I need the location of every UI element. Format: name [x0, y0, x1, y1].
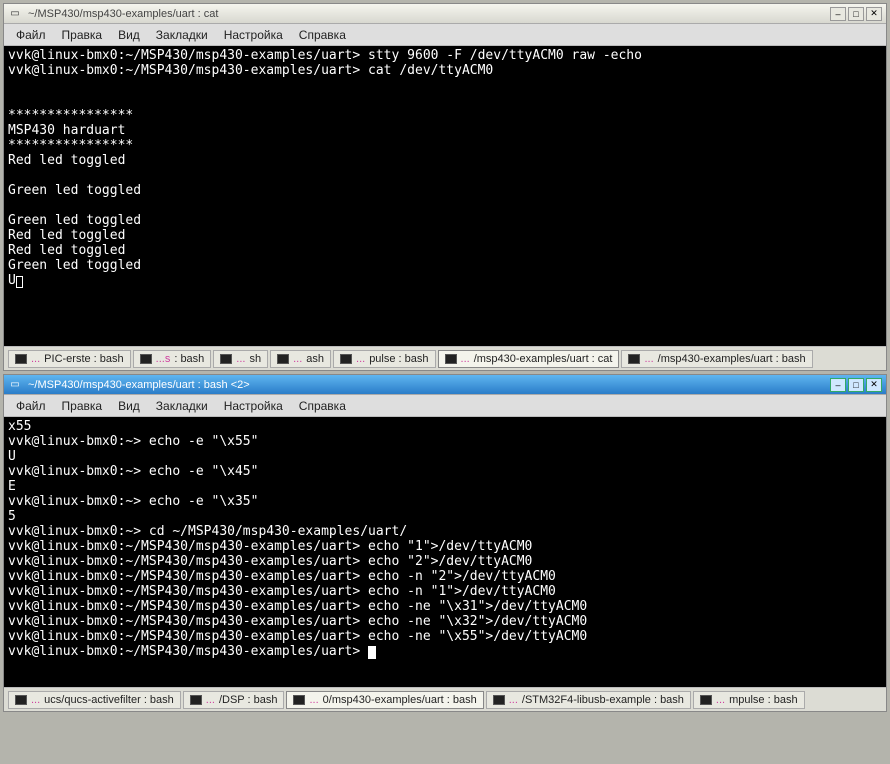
tab-ellipsis: ...	[644, 353, 653, 365]
tab-label: 0/msp430-examples/uart : bash	[323, 694, 477, 706]
menu-настройка[interactable]: Настройка	[216, 396, 291, 416]
terminal-icon	[190, 695, 202, 705]
tab[interactable]: ... pulse : bash	[333, 350, 436, 368]
tab-label: pulse : bash	[369, 353, 428, 365]
terminal-icon	[277, 354, 289, 364]
tab-ellipsis: ...	[293, 353, 302, 365]
tab-label: : bash	[174, 353, 204, 365]
window-buttons-2: – □ ✕	[830, 378, 882, 392]
terminal-last-line-2: vvk@linux-bmx0:~/MSP430/msp430-examples/…	[8, 644, 368, 659]
menu-правка[interactable]: Правка	[54, 25, 111, 45]
terminal-last-line-1: U	[8, 273, 16, 288]
menubar-2: ФайлПравкаВидЗакладкиНастройкаСправка	[4, 395, 886, 417]
close-button[interactable]: ✕	[866, 378, 882, 392]
tab-ellipsis: ...	[206, 694, 215, 706]
tab[interactable]: ... ash	[270, 350, 331, 368]
tab-label: /STM32F4-libusb-example : bash	[522, 694, 684, 706]
window-buttons-1: – □ ✕	[830, 7, 882, 21]
terminal-icon	[15, 695, 27, 705]
menu-справка[interactable]: Справка	[291, 25, 354, 45]
menu-вид[interactable]: Вид	[110, 25, 148, 45]
tab-ellipsis: ...	[309, 694, 318, 706]
terminal-output-2[interactable]: x55 vvk@linux-bmx0:~> echo -e "\x55" U v…	[4, 417, 886, 687]
maximize-button[interactable]: □	[848, 378, 864, 392]
tab-label: ash	[306, 353, 324, 365]
menu-файл[interactable]: Файл	[8, 396, 54, 416]
tab-label: /msp430-examples/uart : cat	[474, 353, 613, 365]
window-title-1: ~/MSP430/msp430-examples/uart : cat	[28, 8, 824, 20]
tab-label: /msp430-examples/uart : bash	[658, 353, 806, 365]
terminal-icon	[15, 354, 27, 364]
terminal-icon	[628, 354, 640, 364]
tab-label: mpulse : bash	[729, 694, 797, 706]
menu-настройка[interactable]: Настройка	[216, 25, 291, 45]
terminal-text-1: vvk@linux-bmx0:~/MSP430/msp430-examples/…	[8, 48, 642, 273]
tab[interactable]: ... /msp430-examples/uart : bash	[621, 350, 812, 368]
tab[interactable]: ... PIC-erste : bash	[8, 350, 131, 368]
terminal-icon	[700, 695, 712, 705]
terminal-output-1[interactable]: vvk@linux-bmx0:~/MSP430/msp430-examples/…	[4, 46, 886, 346]
tab-ellipsis: ...	[716, 694, 725, 706]
window-icon: ▭	[8, 7, 22, 21]
menu-файл[interactable]: Файл	[8, 25, 54, 45]
menubar-1: ФайлПравкаВидЗакладкиНастройкаСправка	[4, 24, 886, 46]
tab-ellipsis: ...	[31, 694, 40, 706]
terminal-icon	[340, 354, 352, 364]
tab[interactable]: ... /STM32F4-libusb-example : bash	[486, 691, 691, 709]
titlebar-2[interactable]: ▭ ~/MSP430/msp430-examples/uart : bash <…	[4, 375, 886, 395]
maximize-button[interactable]: □	[848, 7, 864, 21]
tab-label: PIC-erste : bash	[44, 353, 123, 365]
tab-label: /DSP : bash	[219, 694, 278, 706]
tabbar-1: ... PIC-erste : bash ...s : bash... sh... as…	[4, 346, 886, 370]
tab-ellipsis: ...	[356, 353, 365, 365]
tab-ellipsis: ...	[461, 353, 470, 365]
tab[interactable]: ...s : bash	[133, 350, 212, 368]
minimize-button[interactable]: –	[830, 7, 846, 21]
tab[interactable]: ... 0/msp430-examples/uart : bash	[286, 691, 483, 709]
tab-label: sh	[249, 353, 261, 365]
terminal-icon	[493, 695, 505, 705]
minimize-button[interactable]: –	[830, 378, 846, 392]
window-title-2: ~/MSP430/msp430-examples/uart : bash <2>	[28, 379, 824, 391]
tab-ellipsis: ...	[31, 353, 40, 365]
tabbar-2: ... ucs/qucs-activefilter : bash... /DSP :…	[4, 687, 886, 711]
close-button[interactable]: ✕	[866, 7, 882, 21]
window-icon: ▭	[8, 378, 22, 392]
tab-ellipsis: ...s	[156, 353, 171, 365]
cursor-icon	[16, 276, 23, 288]
terminal-text-2: x55 vvk@linux-bmx0:~> echo -e "\x55" U v…	[8, 419, 587, 644]
terminal-icon	[445, 354, 457, 364]
terminal-icon	[140, 354, 152, 364]
tab-label: ucs/qucs-activefilter : bash	[44, 694, 174, 706]
menu-закладки[interactable]: Закладки	[148, 25, 216, 45]
menu-правка[interactable]: Правка	[54, 396, 111, 416]
menu-вид[interactable]: Вид	[110, 396, 148, 416]
terminal-window-2: ▭ ~/MSP430/msp430-examples/uart : bash <…	[3, 374, 887, 712]
tab-ellipsis: ...	[236, 353, 245, 365]
terminal-icon	[293, 695, 305, 705]
terminal-icon	[220, 354, 232, 364]
menu-справка[interactable]: Справка	[291, 396, 354, 416]
tab[interactable]: ... sh	[213, 350, 268, 368]
cursor-icon	[368, 646, 376, 659]
tab[interactable]: ... /msp430-examples/uart : cat	[438, 350, 620, 368]
titlebar-1[interactable]: ▭ ~/MSP430/msp430-examples/uart : cat – …	[4, 4, 886, 24]
tab[interactable]: ... /DSP : bash	[183, 691, 285, 709]
menu-закладки[interactable]: Закладки	[148, 396, 216, 416]
tab[interactable]: ... mpulse : bash	[693, 691, 805, 709]
tab-ellipsis: ...	[509, 694, 518, 706]
tab[interactable]: ... ucs/qucs-activefilter : bash	[8, 691, 181, 709]
terminal-window-1: ▭ ~/MSP430/msp430-examples/uart : cat – …	[3, 3, 887, 371]
